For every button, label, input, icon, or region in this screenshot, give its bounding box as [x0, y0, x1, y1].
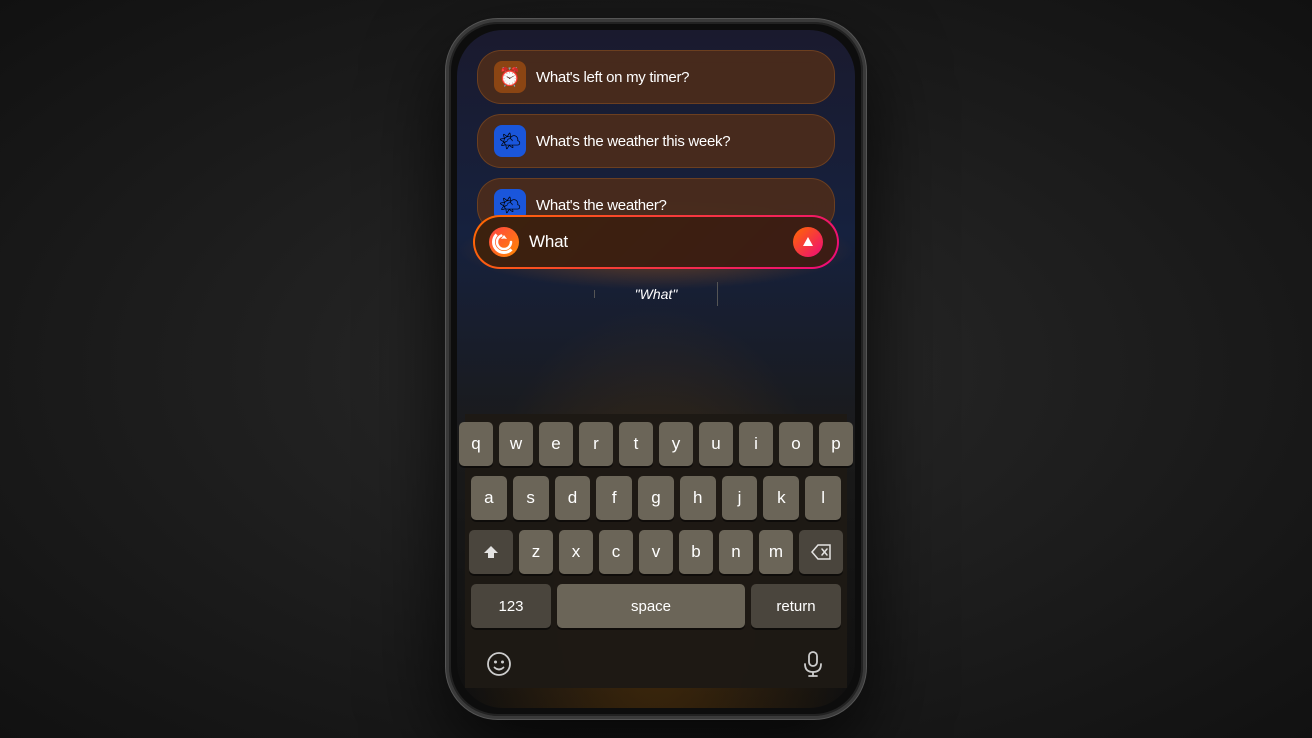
key-t[interactable]: t [619, 422, 653, 466]
suggestion-weather-week[interactable]: 🌤 What's the weather this week? [477, 114, 835, 168]
suggestion-timer[interactable]: ⏰ What's left on my timer? [477, 50, 835, 104]
siri-logo-icon [489, 227, 519, 257]
key-p[interactable]: p [819, 422, 853, 466]
key-shift[interactable] [469, 530, 513, 574]
suggestion-timer-text: What's left on my timer? [536, 69, 689, 86]
keyboard-bottom-row: 123 space return [471, 584, 841, 628]
key-space[interactable]: space [557, 584, 745, 628]
siri-send-button[interactable] [793, 227, 823, 257]
key-a[interactable]: a [471, 476, 507, 520]
key-b[interactable]: b [679, 530, 713, 574]
key-x[interactable]: x [559, 530, 593, 574]
key-delete[interactable] [799, 530, 843, 574]
siri-input-wrapper: What [473, 215, 839, 269]
key-i[interactable]: i [739, 422, 773, 466]
siri-input-text[interactable]: What [529, 232, 783, 252]
keyboard-row-1: q w e r t y u i o p [471, 422, 841, 466]
key-k[interactable]: k [763, 476, 799, 520]
key-v[interactable]: v [639, 530, 673, 574]
key-j[interactable]: j [722, 476, 758, 520]
key-return[interactable]: return [751, 584, 841, 628]
suggestion-weather-week-text: What's the weather this week? [536, 133, 730, 150]
key-e[interactable]: e [539, 422, 573, 466]
key-o[interactable]: o [779, 422, 813, 466]
key-l[interactable]: l [805, 476, 841, 520]
key-h[interactable]: h [680, 476, 716, 520]
key-w[interactable]: w [499, 422, 533, 466]
scene: ⏰ What's left on my timer? 🌤 What's the … [0, 0, 1312, 738]
key-r[interactable]: r [579, 422, 613, 466]
emoji-icon[interactable] [481, 646, 517, 682]
autocomplete-left[interactable] [473, 290, 595, 298]
suggestion-weather-text: What's the weather? [536, 197, 667, 214]
autocomplete-center[interactable]: "What" [595, 282, 717, 306]
key-n[interactable]: n [719, 530, 753, 574]
key-s[interactable]: s [513, 476, 549, 520]
key-c[interactable]: c [599, 530, 633, 574]
key-y[interactable]: y [659, 422, 693, 466]
weather-week-icon: 🌤 [494, 125, 526, 157]
keyboard-row-3: z x c v b n m [471, 530, 841, 574]
siri-input-inner: What [475, 217, 837, 267]
key-g[interactable]: g [638, 476, 674, 520]
autocomplete-right[interactable] [718, 290, 839, 298]
phone-wrapper: ⏰ What's left on my timer? 🌤 What's the … [446, 19, 866, 719]
key-u[interactable]: u [699, 422, 733, 466]
timer-icon: ⏰ [494, 61, 526, 93]
mic-icon[interactable] [795, 646, 831, 682]
keyboard-row-2: a s d f g h j k l [471, 476, 841, 520]
key-d[interactable]: d [555, 476, 591, 520]
autocomplete-bar: "What" [473, 278, 839, 310]
key-f[interactable]: f [596, 476, 632, 520]
key-m[interactable]: m [759, 530, 793, 574]
key-q[interactable]: q [459, 422, 493, 466]
suggestions-area: ⏰ What's left on my timer? 🌤 What's the … [477, 50, 835, 242]
keyboard-icon-row [471, 638, 841, 688]
phone-screen: ⏰ What's left on my timer? 🌤 What's the … [457, 30, 855, 708]
phone-frame: ⏰ What's left on my timer? 🌤 What's the … [446, 19, 866, 719]
key-z[interactable]: z [519, 530, 553, 574]
key-numbers[interactable]: 123 [471, 584, 551, 628]
siri-input-container: What [473, 215, 839, 269]
keyboard: q w e r t y u i o p a s [465, 414, 847, 688]
